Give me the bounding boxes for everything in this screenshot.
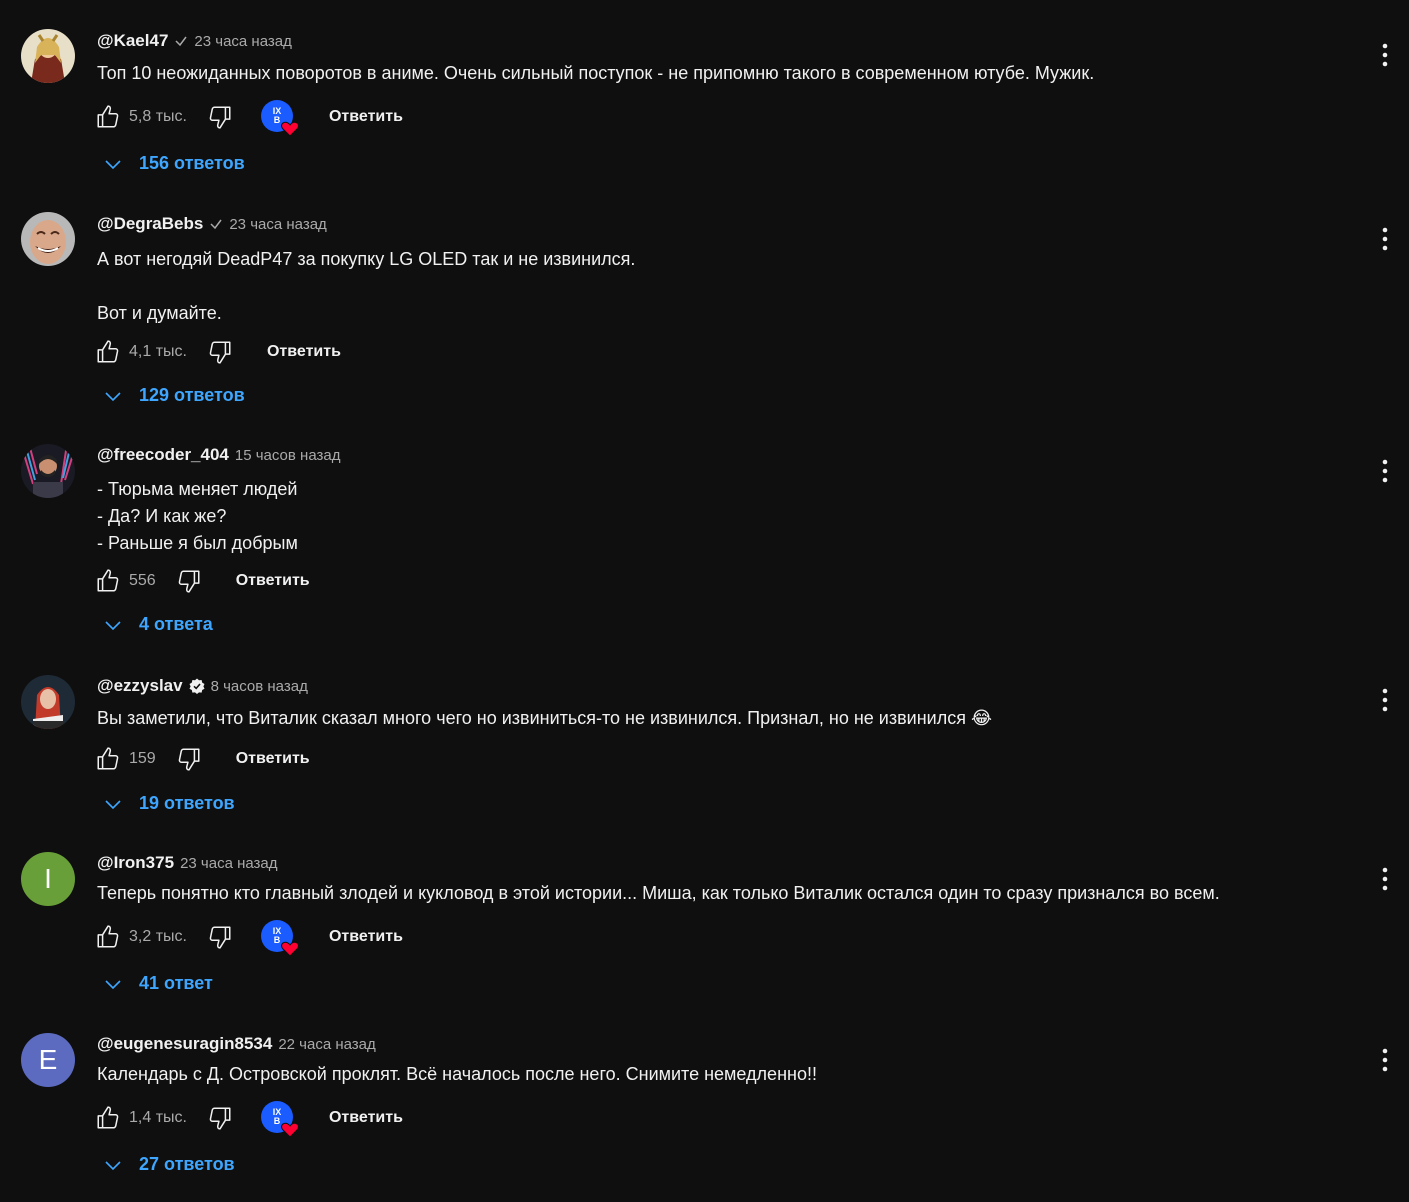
replies-count: 27 ответов — [139, 1154, 235, 1174]
comment-time[interactable]: 23 часа назад — [229, 216, 326, 233]
comment-actions: 3,2 тыс. IX B Ответить — [95, 920, 403, 957]
comment-line: Теперь понятно кто главный злодей и кукл… — [97, 883, 1220, 903]
comment-text: Теперь понятно кто главный злодей и кукл… — [97, 883, 1220, 904]
like-count: 4,1 тыс. — [129, 343, 187, 360]
view-replies-button[interactable]: 41 ответ — [103, 973, 213, 994]
more-vert-icon[interactable] — [1374, 457, 1396, 485]
comment-text: Календарь с Д. Островской проклят. Всё н… — [97, 1064, 817, 1085]
thumb-up-icon[interactable] — [95, 104, 121, 130]
chevron-down-icon — [105, 1160, 121, 1170]
chevron-down-icon — [105, 620, 121, 630]
author-name[interactable]: @ezzyslav — [97, 676, 183, 696]
thumb-down-icon[interactable] — [207, 339, 233, 365]
thumb-up-icon[interactable] — [95, 746, 121, 772]
view-replies-button[interactable]: 19 ответов — [103, 793, 235, 814]
replies-count: 129 ответов — [139, 385, 245, 405]
like-count: 556 — [129, 572, 156, 589]
avatar[interactable]: I — [21, 852, 75, 906]
check-icon — [175, 36, 188, 47]
reply-button[interactable]: Ответить — [329, 108, 403, 126]
replies-count: 19 ответов — [139, 793, 235, 813]
thumb-down-icon[interactable] — [176, 746, 202, 772]
reply-button[interactable]: Ответить — [329, 1109, 403, 1127]
creator-heart-badge: IX B — [260, 920, 299, 957]
thumb-down-icon[interactable] — [207, 924, 233, 950]
more-vert-icon[interactable] — [1374, 1046, 1396, 1074]
comment-actions: 4,1 тыс. Ответить — [95, 337, 341, 367]
check-icon — [210, 219, 222, 230]
comment-text: Вы заметили, что Виталик сказал много че… — [97, 708, 992, 729]
comment-text: - Тюрьма меняет людей - Да? И как же? - … — [97, 476, 298, 557]
replies-count: 4 ответа — [139, 614, 213, 634]
like-count: 3,2 тыс. — [129, 928, 187, 945]
heart-icon — [281, 941, 299, 957]
avatar[interactable] — [21, 212, 75, 266]
thumb-down-icon[interactable] — [207, 104, 233, 130]
comment-text: Топ 10 неожиданных поворотов в аниме. Оч… — [97, 63, 1094, 84]
thumb-down-icon[interactable] — [176, 568, 202, 594]
heart-icon — [281, 121, 299, 137]
author-name[interactable]: @eugenesuragin8534 — [97, 1034, 272, 1054]
reply-button[interactable]: Ответить — [267, 343, 341, 361]
comment-time[interactable]: 15 часов назад — [235, 447, 341, 464]
more-vert-icon[interactable] — [1374, 686, 1396, 714]
comment-line: - Да? И как же? — [97, 506, 227, 526]
comment-time[interactable]: 23 часа назад — [180, 855, 277, 872]
replies-count: 156 ответов — [139, 153, 245, 173]
more-vert-icon[interactable] — [1374, 865, 1396, 893]
thumb-up-icon[interactable] — [95, 924, 121, 950]
verified-badge-icon — [189, 678, 205, 694]
more-vert-icon[interactable] — [1374, 225, 1396, 253]
comment-actions: 556 Ответить — [95, 566, 310, 596]
comment-line: Топ 10 неожиданных поворотов в аниме. Оч… — [97, 63, 1095, 83]
comment-line — [97, 273, 635, 300]
comment-line: - Раньше я был добрым — [97, 533, 298, 553]
view-replies-button[interactable]: 129 ответов — [103, 385, 245, 406]
heart-icon — [281, 1122, 299, 1138]
author-name[interactable]: @Kael47 — [97, 31, 168, 51]
reply-button[interactable]: Ответить — [236, 750, 310, 768]
avatar[interactable] — [21, 444, 75, 498]
creator-heart-badge: IX B — [260, 1101, 299, 1138]
avatar-letter: I — [44, 863, 52, 894]
author-name[interactable]: @Iron375 — [97, 853, 174, 873]
author-name[interactable]: @DegraBebs — [97, 214, 203, 234]
avatar[interactable]: E — [21, 1033, 75, 1087]
view-replies-button[interactable]: 156 ответов — [103, 153, 245, 174]
author-name[interactable]: @freecoder_404 — [97, 445, 229, 465]
like-count: 5,8 тыс. — [129, 108, 187, 125]
like-count: 1,4 тыс. — [129, 1109, 187, 1126]
view-replies-button[interactable]: 4 ответа — [103, 614, 213, 635]
chevron-down-icon — [105, 391, 121, 401]
thumb-up-icon[interactable] — [95, 1105, 121, 1131]
comment-line: - Тюрьма меняет людей — [97, 479, 298, 499]
avatar[interactable] — [21, 29, 75, 83]
thumb-up-icon[interactable] — [95, 339, 121, 365]
comment-text: А вот негодяй DeadP47 за покупку LG OLED… — [97, 246, 635, 327]
comment-line: А вот негодяй DeadP47 за покупку LG OLED… — [97, 249, 636, 269]
comment-line: Вот и думайте. — [97, 303, 222, 323]
avatar[interactable] — [21, 675, 75, 729]
comment-line: Календарь с Д. Островской проклят. Всё н… — [97, 1064, 817, 1084]
creator-heart-badge: IX B — [260, 100, 299, 137]
comment-time[interactable]: 8 часов назад — [211, 678, 308, 695]
comment-time[interactable]: 23 часа назад — [194, 33, 291, 50]
reply-button[interactable]: Ответить — [236, 572, 310, 590]
chevron-down-icon — [105, 799, 121, 809]
view-replies-button[interactable]: 27 ответов — [103, 1154, 235, 1175]
chevron-down-icon — [105, 159, 121, 169]
thumb-down-icon[interactable] — [207, 1105, 233, 1131]
comment-line: Вы заметили, что Виталик сказал много че… — [97, 708, 992, 728]
comment-actions: 1,4 тыс. IX B Ответить — [95, 1101, 403, 1138]
reply-button[interactable]: Ответить — [329, 928, 403, 946]
like-count: 159 — [129, 750, 156, 767]
comment-actions: 5,8 тыс. IX B Ответить — [95, 100, 403, 137]
comment-time[interactable]: 22 часа назад — [278, 1036, 375, 1053]
more-vert-icon[interactable] — [1374, 41, 1396, 69]
chevron-down-icon — [105, 979, 121, 989]
thumb-up-icon[interactable] — [95, 568, 121, 594]
replies-count: 41 ответ — [139, 973, 213, 993]
avatar-letter: E — [38, 1044, 58, 1075]
comment-actions: 159 Ответить — [95, 744, 310, 774]
